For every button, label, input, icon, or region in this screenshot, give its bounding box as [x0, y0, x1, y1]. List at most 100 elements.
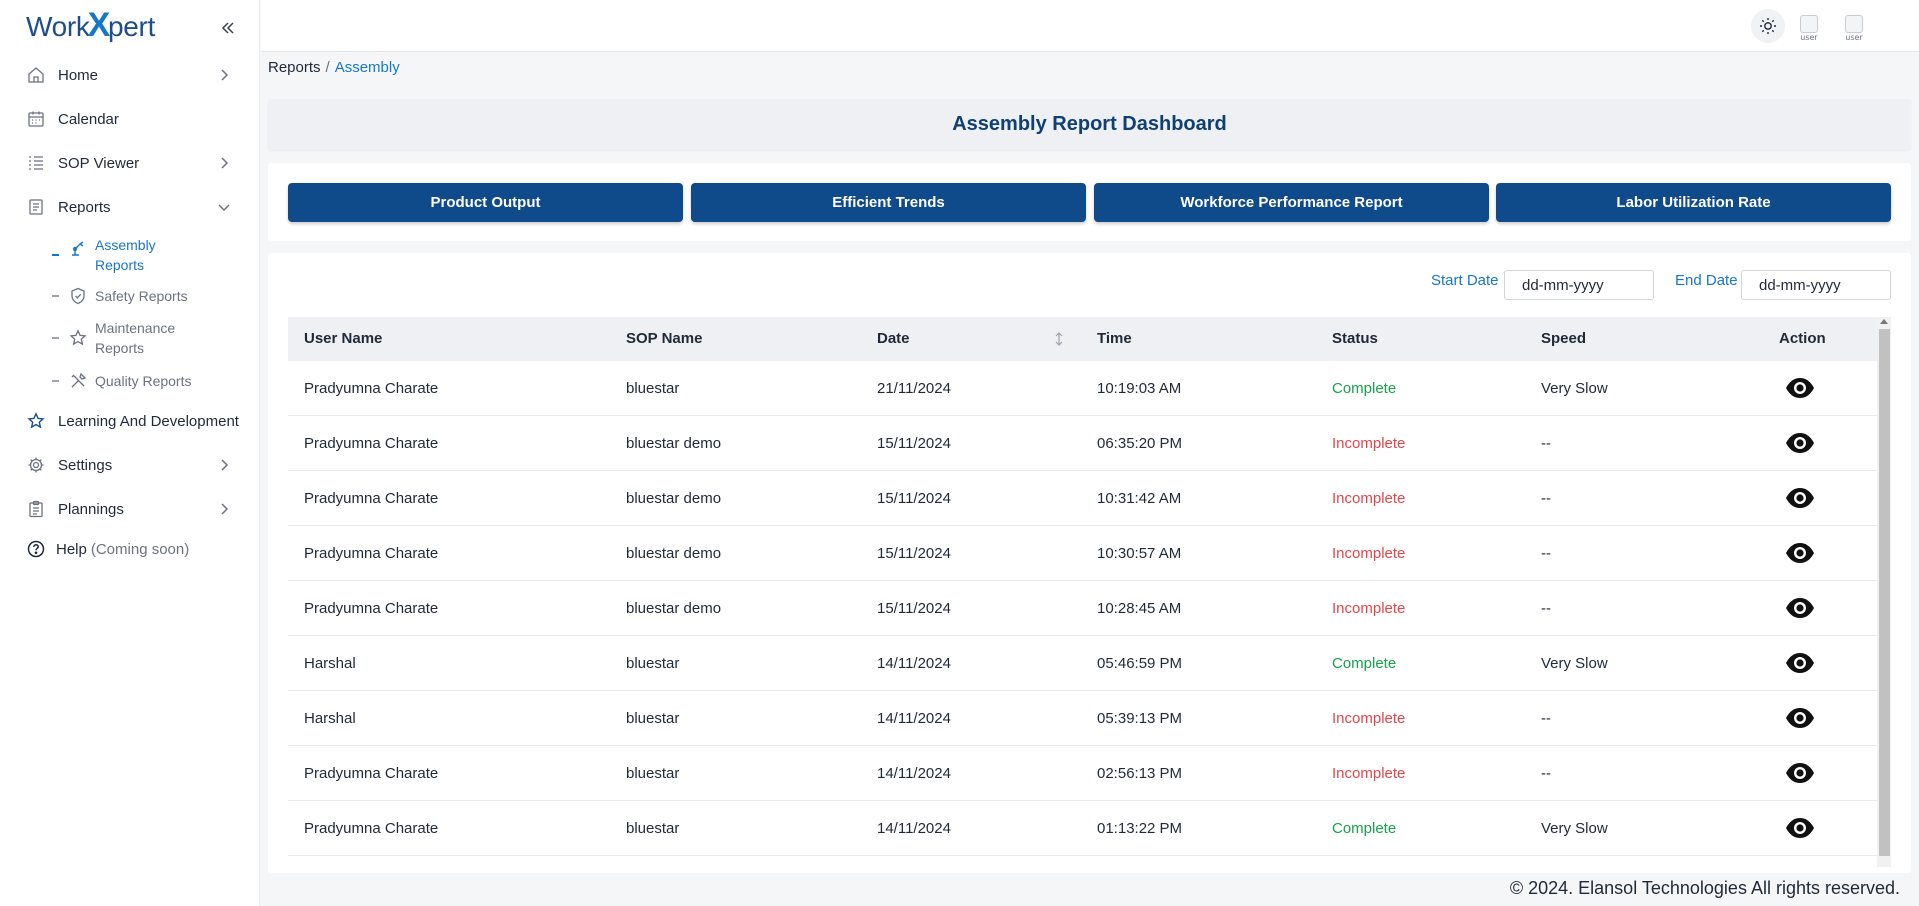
view-eye-icon[interactable]	[1784, 596, 1816, 620]
scroll-up-arrow[interactable]	[1880, 319, 1888, 324]
broken-image-icon	[1800, 15, 1818, 33]
sidebar-item-label: Settings	[58, 456, 113, 474]
cell-sop-name: bluestar demo	[626, 490, 722, 507]
cell-speed: --	[1541, 490, 1551, 507]
cell-sop-name: bluestar	[626, 710, 680, 727]
sidebar-item-plannings[interactable]: Plannings	[0, 487, 260, 531]
sidebar-item-learning-and-development[interactable]: Learning And Development	[0, 399, 260, 443]
scrollbar-thumb[interactable]	[1879, 329, 1890, 856]
cell-sop-name: bluestar demo	[626, 545, 722, 562]
sidebar-subitem-safety-reports[interactable]: Safety Reports	[0, 279, 260, 313]
end-date-input[interactable]	[1741, 270, 1891, 300]
cell-time: 10:28:45 AM	[1097, 600, 1182, 617]
dash	[52, 380, 59, 382]
calendar-icon	[26, 109, 46, 129]
user-menu-avatar[interactable]: user	[1839, 10, 1869, 42]
table-row: Harshal bluestar 14/11/2024 05:46:59 PM Comp…	[288, 636, 1878, 691]
avatar-alt-text: user	[1800, 33, 1818, 42]
view-eye-icon[interactable]	[1784, 706, 1816, 730]
view-eye-icon[interactable]	[1784, 486, 1816, 510]
cell-speed: --	[1541, 765, 1551, 782]
logo-text-x: X	[87, 5, 111, 44]
column-header-date[interactable]: Date	[877, 317, 910, 361]
view-eye-icon[interactable]	[1784, 431, 1816, 455]
sidebar-item-home[interactable]: Home	[0, 53, 260, 97]
sidebar-item-reports[interactable]: Reports	[0, 185, 260, 229]
sidebar-item-settings[interactable]: Settings	[0, 443, 260, 487]
help-circle-icon	[26, 539, 46, 559]
sidebar-subitem-label: Assembly Reports	[95, 237, 156, 273]
avatar[interactable]: user	[1794, 10, 1824, 42]
cell-date: 15/11/2024	[877, 435, 951, 452]
breadcrumb-separator: /	[325, 59, 330, 76]
chevron-right-icon	[214, 455, 234, 475]
home-icon	[26, 65, 46, 85]
clipboard-icon	[26, 499, 46, 519]
view-eye-icon[interactable]	[1784, 761, 1816, 785]
cell-sop-name: bluestar	[626, 380, 680, 397]
broken-image-icon	[1845, 15, 1863, 33]
footer-copyright: © 2024. Elansol Technologies All rights …	[1509, 878, 1900, 898]
sidebar-item-label: SOP Viewer	[58, 154, 140, 172]
table-row: Pradyumna Charate bluestar demo 15/11/2024…	[288, 471, 1878, 526]
sidebar-item-label: Plannings	[58, 500, 124, 518]
view-eye-icon[interactable]	[1784, 376, 1816, 400]
dash	[52, 337, 59, 339]
table-row: Pradyumna Charate bluestar demo 15/11/2024…	[288, 416, 1878, 471]
collapse-sidebar-icon[interactable]	[218, 18, 238, 38]
table-row: Pradyumna Charate bluestar demo 15/11/2024…	[288, 581, 1878, 636]
table-row: Pradyumna Charate bluestar demo 15/11/2024…	[288, 526, 1878, 581]
logo-text-work: Work	[26, 11, 90, 42]
start-date-input[interactable]	[1504, 270, 1654, 300]
view-eye-icon[interactable]	[1784, 651, 1816, 675]
cell-date: 21/11/2024	[877, 380, 951, 397]
sidebar-item-calendar[interactable]: Calendar	[0, 97, 260, 141]
star-icon	[69, 329, 87, 347]
breadcrumb-current: Assembly	[334, 59, 400, 76]
cell-user-name: Pradyumna Charate	[304, 380, 439, 397]
sidebar-item-help[interactable]: Help (Coming soon)	[0, 531, 260, 567]
sidebar-item-label: Home	[58, 66, 99, 84]
cell-sop-name: bluestar	[626, 655, 680, 672]
view-eye-icon[interactable]	[1784, 816, 1816, 840]
cell-status: Incomplete	[1332, 710, 1406, 727]
tools-icon	[69, 372, 87, 390]
shield-check-icon	[69, 287, 87, 305]
cell-user-name: Pradyumna Charate	[304, 545, 439, 562]
theme-toggle-sun-icon[interactable]	[1751, 9, 1785, 43]
chevron-down-icon	[214, 197, 234, 217]
cell-user-name: Pradyumna Charate	[304, 435, 439, 452]
sort-icon[interactable]	[1054, 331, 1064, 351]
cell-time: 05:46:59 PM	[1097, 655, 1183, 672]
table-body: Pradyumna Charate bluestar 21/11/2024 10:19…	[288, 361, 1878, 856]
report-buttons-card: Product Output Efficient Trends Workforc…	[268, 163, 1911, 241]
labor-utilization-rate-button[interactable]: Labor Utilization Rate	[1496, 183, 1891, 222]
sidebar-subitem-maintenance-reports[interactable]: Maintenance Reports	[0, 313, 260, 363]
product-output-button[interactable]: Product Output	[288, 183, 683, 222]
column-header-user-name: User Name	[304, 330, 383, 347]
table-row: Pradyumna Charate bluestar 14/11/2024 02:56…	[288, 746, 1878, 801]
cell-date: 15/11/2024	[877, 600, 951, 617]
sidebar-subitem-assembly-reports[interactable]: Assembly Reports	[0, 231, 260, 279]
workforce-performance-report-button[interactable]: Workforce Performance Report	[1094, 183, 1489, 222]
end-date-label: End Date	[1675, 272, 1738, 289]
workxpert-logo[interactable]: Work Xpert	[26, 6, 155, 48]
cell-status: Incomplete	[1332, 765, 1406, 782]
cell-user-name: Harshal	[304, 710, 356, 727]
view-eye-icon[interactable]	[1784, 541, 1816, 565]
help-label: Help	[56, 540, 87, 558]
robot-arm-icon	[69, 239, 87, 257]
cell-speed: Very Slow	[1541, 820, 1608, 837]
topbar: user user	[261, 0, 1919, 52]
report-icon	[26, 197, 46, 217]
breadcrumb-parent[interactable]: Reports	[268, 59, 321, 76]
sidebar-item-sop-viewer[interactable]: SOP Viewer	[0, 141, 260, 185]
cell-speed: Very Slow	[1541, 655, 1608, 672]
page-title-card: Assembly Report Dashboard	[268, 99, 1911, 150]
efficient-trends-button[interactable]: Efficient Trends	[691, 183, 1086, 222]
cell-date: 14/11/2024	[877, 765, 951, 782]
table-header: User Name SOP Name Date Time Status Spee…	[288, 317, 1878, 361]
dash	[52, 295, 59, 297]
sidebar-subitem-quality-reports[interactable]: Quality Reports	[0, 363, 260, 399]
cell-speed: --	[1541, 435, 1551, 452]
